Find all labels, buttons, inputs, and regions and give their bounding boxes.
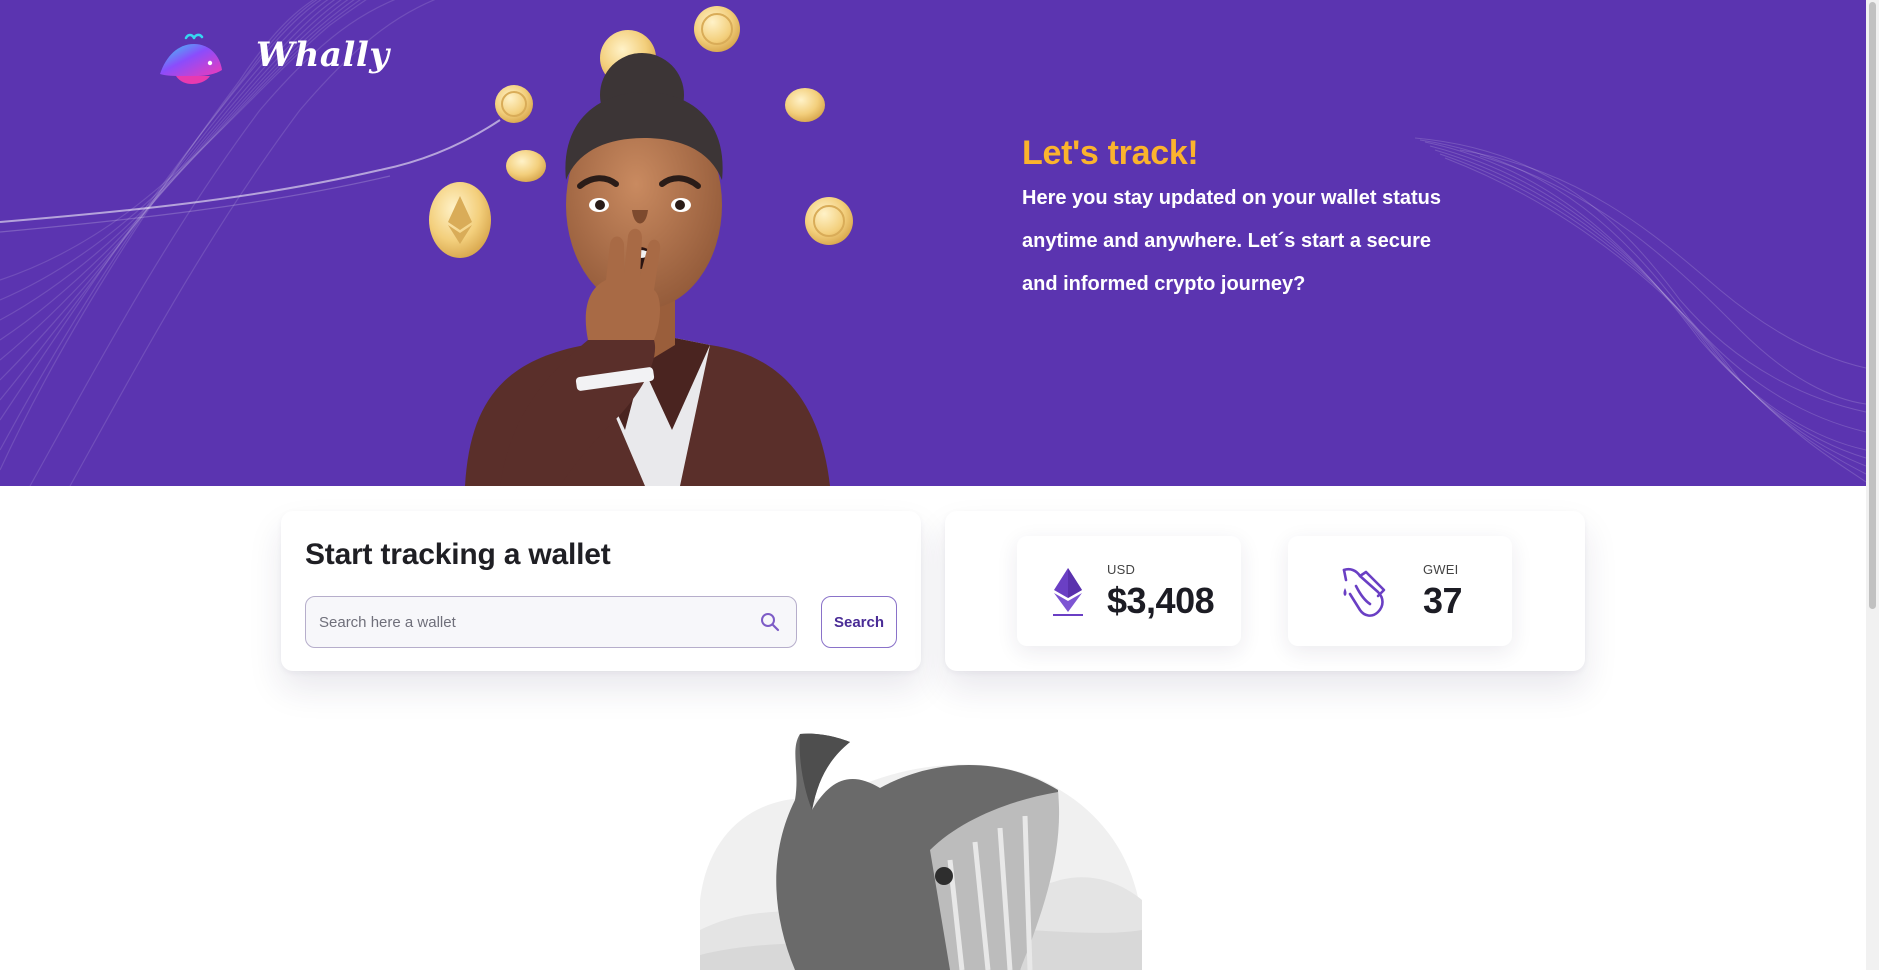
eth-price-label: USD [1107,562,1136,577]
wallet-search-input[interactable] [306,597,746,647]
hero-illustration [429,6,853,486]
hero-description: Here you stay updated on your wallet sta… [1022,187,1441,295]
search-button[interactable]: Search [821,596,897,648]
gas-price-value: 37 [1423,580,1463,621]
hero-title: Let's track! [1022,134,1199,172]
track-wallet-title: Start tracking a wallet [305,538,611,571]
whale-logo-icon [160,33,222,84]
track-wallet-card: Start tracking a wallet Search [281,511,921,671]
search-icon[interactable] [760,612,780,632]
scrollbar-thumb[interactable] [1869,2,1876,609]
gas-price-label: GWEI [1423,562,1459,577]
brand-name: Whally [256,35,390,75]
ethereum-icon [1053,568,1083,616]
wallet-search-box[interactable] [305,596,797,648]
page-scrollbar[interactable] [1866,0,1879,970]
hero-copy: Let's track! Here you stay updated on yo… [1022,134,1442,306]
eth-price-tile: USD $3,408 [1017,536,1241,646]
gas-pump-icon [1342,567,1386,617]
eth-price-value: $3,408 [1107,580,1215,621]
whale-illustration [700,733,1142,970]
market-stats-card: USD $3,408 GWEI 37 [945,511,1585,671]
brand[interactable]: Whally [156,30,390,86]
gas-price-tile: GWEI 37 [1288,536,1512,646]
hero-banner: Whally Let's track! Here you stay update… [0,0,1866,486]
